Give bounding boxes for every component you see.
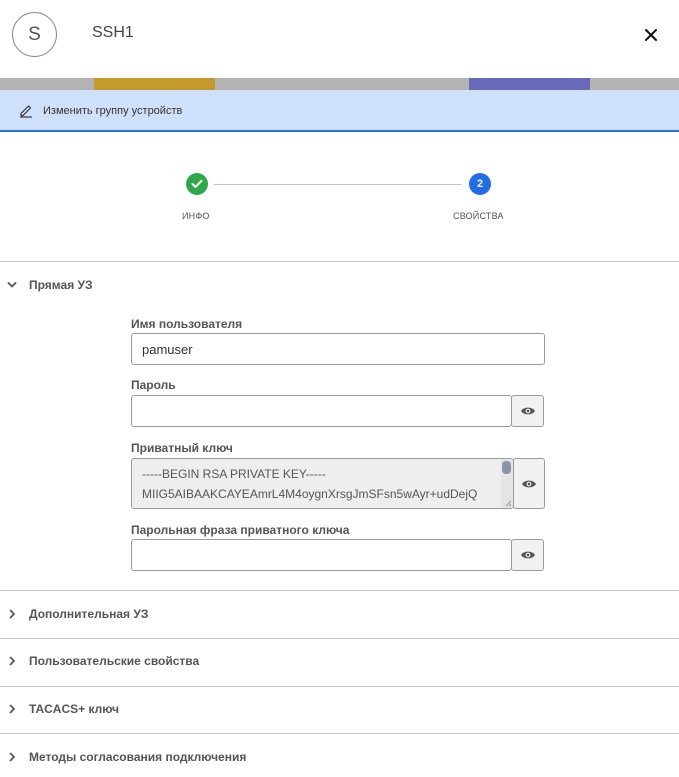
- section-title: Методы согласования подключения: [29, 750, 247, 764]
- show-password-button[interactable]: [511, 395, 544, 427]
- section-title: TACACS+ ключ: [29, 702, 119, 716]
- chevron-right-icon: [9, 704, 15, 714]
- check-icon: [191, 179, 203, 188]
- eye-icon: [522, 480, 536, 487]
- show-passphrase-button[interactable]: [511, 539, 544, 571]
- banner-tile: [94, 78, 215, 90]
- section-secondary-header[interactable]: Дополнительная УЗ: [0, 594, 679, 634]
- dialog-title: SSH1: [92, 24, 134, 41]
- chevron-right-icon: [9, 609, 15, 619]
- chevron-right-icon: [9, 752, 15, 762]
- chevron-right-icon: [9, 656, 15, 666]
- divider: [0, 261, 679, 262]
- private-key-line: MIIG5AIBAAKCAYEAmrL4M4oygnXrsgJmSFsn5wAy…: [142, 487, 478, 501]
- eye-icon: [520, 551, 535, 559]
- divider: [0, 638, 679, 639]
- stepper-line: [214, 184, 462, 185]
- private-key-line: -----BEGIN RSA PRIVATE KEY-----: [142, 467, 326, 481]
- section-title: Пользовательские свойства: [29, 654, 200, 668]
- edit-device-group-button[interactable]: Изменить группу устройств: [0, 90, 679, 132]
- avatar: S: [12, 12, 57, 57]
- password-label: Пароль: [131, 378, 176, 392]
- section-custom-properties-header[interactable]: Пользовательские свойства: [0, 641, 679, 681]
- pencil-icon: [20, 105, 32, 118]
- password-input[interactable]: [131, 395, 512, 427]
- divider: [0, 686, 679, 687]
- step-info-indicator[interactable]: [186, 173, 208, 195]
- edit-device-group-label: Изменить группу устройств: [43, 105, 183, 117]
- eye-icon: [520, 407, 535, 415]
- username-input[interactable]: [131, 333, 545, 365]
- show-private-key-button[interactable]: [513, 458, 545, 509]
- divider: [0, 733, 679, 734]
- passphrase-label: Парольная фраза приватного ключа: [131, 523, 350, 537]
- step-info-label: ИНФО: [182, 211, 210, 221]
- section-primary-header[interactable]: Прямая УЗ: [0, 265, 679, 305]
- dialog-header: S SSH1: [0, 0, 679, 78]
- chevron-down-icon: [7, 282, 17, 288]
- section-connection-methods-header[interactable]: Методы согласования подключения: [0, 737, 679, 777]
- private-key-label: Приватный ключ: [131, 441, 233, 455]
- step-number: 2: [476, 178, 484, 190]
- step-properties-label: СВОЙСТВА: [453, 211, 504, 221]
- section-tacacs-header[interactable]: TACACS+ ключ: [0, 689, 679, 729]
- resize-handle-icon[interactable]: [504, 499, 512, 507]
- close-icon: [645, 29, 657, 41]
- divider: [0, 590, 679, 591]
- section-title: Дополнительная УЗ: [29, 607, 149, 621]
- passphrase-input[interactable]: [131, 539, 512, 571]
- banner-strip: [0, 78, 679, 90]
- banner-tile: [469, 78, 590, 90]
- close-button[interactable]: [640, 24, 662, 46]
- step-properties-indicator[interactable]: 2: [469, 173, 491, 195]
- scrollbar-thumb[interactable]: [502, 461, 511, 474]
- private-key-textarea[interactable]: -----BEGIN RSA PRIVATE KEY----- MIIG5AIB…: [131, 458, 514, 509]
- private-key-text: -----BEGIN RSA PRIVATE KEY----- MIIG5AIB…: [142, 464, 502, 504]
- section-title: Прямая УЗ: [29, 278, 93, 292]
- username-label: Имя пользователя: [131, 317, 243, 331]
- stepper: 2 ИНФО СВОЙСТВА: [0, 132, 679, 262]
